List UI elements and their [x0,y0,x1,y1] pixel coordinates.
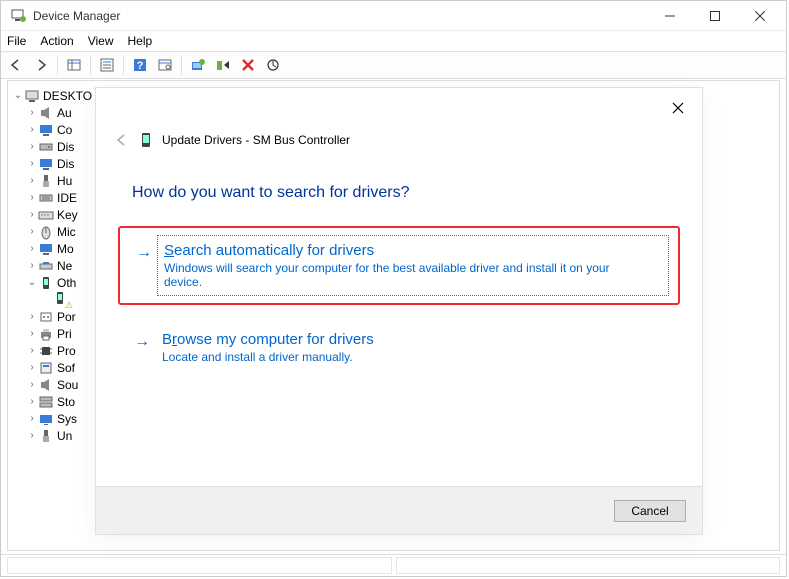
update-drivers-dialog: Update Drivers - SM Bus Controller How d… [95,87,703,535]
dialog-title: Update Drivers - SM Bus Controller [162,133,350,147]
collapse-icon[interactable]: ⌄ [12,90,24,101]
dialog-back-button[interactable] [112,130,132,150]
dialog-header: Update Drivers - SM Bus Controller [96,88,702,150]
close-button[interactable] [737,1,782,30]
dialog-footer: Cancel [96,486,702,534]
option-description: Locate and install a driver manually. [162,350,622,364]
enable-device-button[interactable] [212,54,234,76]
menubar: File Action View Help [1,31,786,51]
menu-help[interactable]: Help [128,34,153,48]
arrow-right-icon: → [136,244,152,262]
computer-icon [24,88,40,104]
expand-icon[interactable]: › [26,379,38,390]
properties-button[interactable] [96,54,118,76]
menu-file[interactable]: File [7,34,26,48]
device-manager-icon [11,8,27,24]
scan-changes-button[interactable] [262,54,284,76]
browse-computer-option[interactable]: → Browse my computer for drivers Locate … [118,317,680,378]
expand-icon[interactable]: › [26,124,38,135]
expand-icon[interactable]: › [26,175,38,186]
device-icon [138,132,154,148]
expand-icon[interactable]: › [26,243,38,254]
option-title: Browse my computer for drivers [162,331,664,348]
expand-icon[interactable]: › [26,362,38,373]
dialog-close-button[interactable] [666,96,690,120]
expand-icon[interactable]: › [26,396,38,407]
expand-icon[interactable]: › [26,192,38,203]
menu-view[interactable]: View [88,34,114,48]
back-button[interactable] [5,54,27,76]
cancel-button[interactable]: Cancel [614,500,686,522]
expand-icon[interactable]: › [26,311,38,322]
menu-action[interactable]: Action [40,34,73,48]
help-button[interactable]: ? [129,54,151,76]
svg-text:?: ? [137,60,144,72]
maximize-button[interactable] [692,1,737,30]
show-hide-tree-button[interactable] [63,54,85,76]
window-title: Device Manager [33,9,647,23]
minimize-button[interactable] [647,1,692,30]
expand-icon[interactable]: › [26,328,38,339]
expand-icon[interactable]: › [26,430,38,441]
expand-icon[interactable]: › [26,260,38,271]
option-description: Windows will search your computer for th… [164,261,624,289]
expand-icon[interactable]: › [26,345,38,356]
uninstall-device-button[interactable] [237,54,259,76]
expand-icon[interactable]: › [26,413,38,424]
device-manager-window: Device Manager File Action View Help ? [0,0,787,577]
expand-icon[interactable]: › [26,158,38,169]
expand-icon[interactable]: ⌄ [26,277,38,288]
expand-icon[interactable]: › [26,141,38,152]
arrow-right-icon: → [134,333,150,351]
expand-icon[interactable]: › [26,226,38,237]
toolbar: ? [1,51,786,79]
dialog-heading: How do you want to search for drivers? [132,184,702,202]
option-title: Search automatically for drivers [164,242,662,259]
expand-icon[interactable]: › [26,107,38,118]
expand-icon[interactable]: › [26,209,38,220]
titlebar: Device Manager [1,1,786,31]
update-driver-button[interactable] [187,54,209,76]
search-automatically-option[interactable]: → Search automatically for drivers Windo… [118,226,680,305]
scan-hardware-button[interactable] [154,54,176,76]
forward-button[interactable] [30,54,52,76]
statusbar [1,554,786,576]
